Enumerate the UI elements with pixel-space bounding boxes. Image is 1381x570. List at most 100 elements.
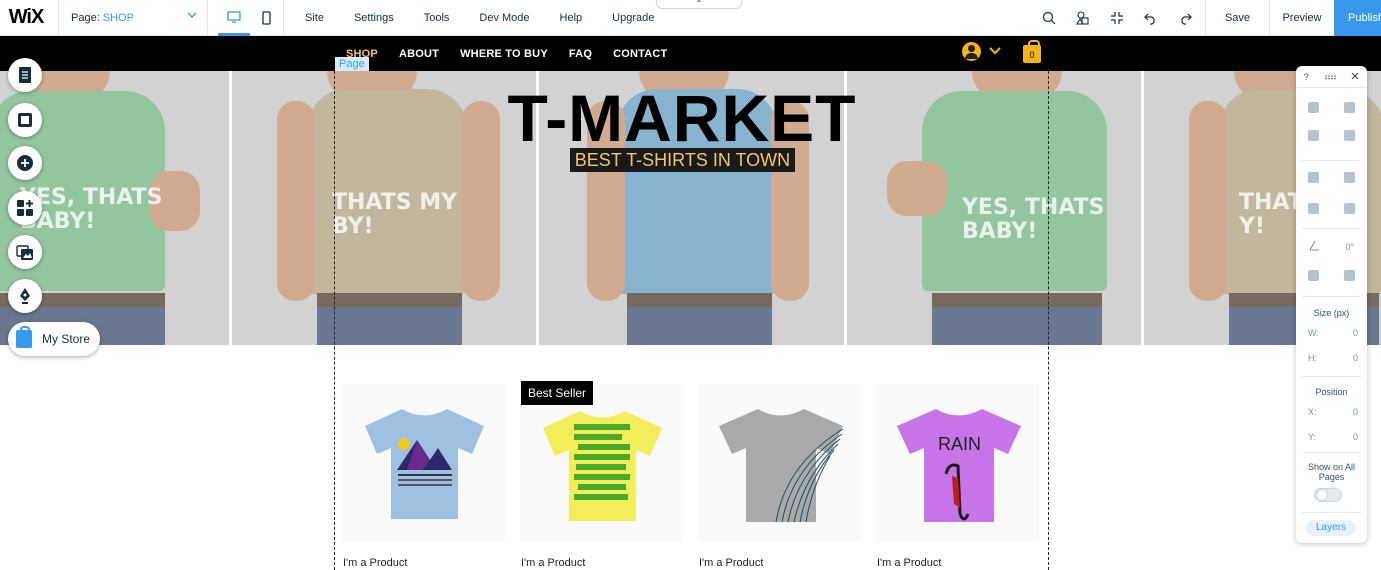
- y-value[interactable]: 0: [1353, 432, 1358, 442]
- nav-about[interactable]: ABOUT: [399, 48, 439, 60]
- paste-icon[interactable]: [1343, 102, 1355, 113]
- undo-button[interactable]: [1134, 0, 1168, 36]
- add-button[interactable]: [8, 146, 42, 180]
- cart-icon[interactable]: 0: [1023, 40, 1041, 63]
- hero-title[interactable]: T-MARKET: [486, 85, 878, 151]
- search-icon: [1042, 11, 1056, 25]
- x-value[interactable]: 0: [1353, 407, 1358, 417]
- chevron-down-icon[interactable]: [989, 43, 1001, 58]
- product-name[interactable]: I'm a Product: [521, 557, 585, 569]
- menu-tools[interactable]: Tools: [424, 12, 450, 24]
- shapes-icon: [1076, 11, 1089, 25]
- duplicate-icon[interactable]: [1308, 130, 1320, 141]
- drag-handle-icon[interactable]: [1324, 72, 1336, 82]
- hero-subtitle[interactable]: BEST T-SHIRTS IN TOWN: [570, 148, 795, 172]
- page-left-guide: [334, 71, 335, 570]
- nav-contact[interactable]: CONTACT: [613, 48, 667, 60]
- background-button[interactable]: [8, 103, 42, 137]
- pages-button[interactable]: [8, 58, 42, 92]
- send-backward-icon[interactable]: [1343, 172, 1355, 183]
- undo-icon: [1144, 13, 1155, 25]
- panel-row-copy: [1296, 102, 1367, 113]
- my-store-label: My Store: [42, 332, 91, 346]
- menu-site[interactable]: Site: [305, 12, 324, 24]
- add-apps-button[interactable]: [8, 191, 42, 225]
- page-selector-label: Page:: [71, 12, 100, 24]
- redo-icon: [1181, 13, 1192, 25]
- help-button[interactable]: ?: [1304, 72, 1309, 82]
- publish-button[interactable]: Publish: [1334, 0, 1381, 36]
- panel-row-align: [1296, 203, 1367, 214]
- product-name[interactable]: I'm a Product: [343, 557, 407, 569]
- menu-upgrade[interactable]: Upgrade: [612, 12, 654, 24]
- product-name[interactable]: I'm a Product: [877, 557, 941, 569]
- site-nav: SHOP ABOUT WHERE TO BUY FAQ CONTACT: [346, 36, 688, 71]
- wix-logo[interactable]: WiX: [0, 0, 52, 36]
- distribute-icon[interactable]: [1343, 203, 1355, 214]
- page-selector-value: SHOP: [102, 12, 134, 24]
- nav-where-to-buy[interactable]: WHERE TO BUY: [460, 48, 548, 60]
- blog-button[interactable]: [8, 279, 42, 313]
- mobile-view-button[interactable]: [250, 0, 282, 36]
- menu-help[interactable]: Help: [560, 12, 583, 24]
- close-icon[interactable]: [1351, 72, 1359, 82]
- editor-top-bar: WiX Page: SHOP Site Settings Tools Dev M…: [0, 0, 1381, 36]
- accessibility-button[interactable]: [1066, 0, 1100, 36]
- pages-icon: [19, 67, 31, 83]
- tshirt-gray-image: [719, 409, 844, 523]
- editor-root: WiX Page: SHOP Site Settings Tools Dev M…: [0, 0, 1381, 570]
- arrange-panel: ? 0° Size (px) W: 0 H: 0 Position X: 0 Y…: [1296, 66, 1367, 543]
- position-label: Position: [1315, 387, 1348, 397]
- y-field[interactable]: Y: 0: [1308, 432, 1358, 442]
- page-selector[interactable]: Page: SHOP: [58, 0, 208, 36]
- collapse-topbar-button[interactable]: ⌃: [656, 0, 742, 9]
- show-all-pages-toggle[interactable]: [1314, 488, 1342, 502]
- preview-button[interactable]: Preview: [1269, 0, 1334, 36]
- copy-icon[interactable]: [1308, 102, 1320, 113]
- save-button[interactable]: Save: [1205, 0, 1269, 36]
- panel-header: ?: [1296, 66, 1367, 88]
- width-value[interactable]: 0: [1353, 328, 1358, 338]
- search-button[interactable]: [1032, 0, 1066, 36]
- rotate-icon[interactable]: [1309, 240, 1320, 253]
- menu-dev-mode[interactable]: Dev Mode: [479, 12, 529, 24]
- my-store-button[interactable]: My Store: [8, 322, 100, 356]
- product-image[interactable]: [520, 384, 683, 542]
- add-icon: [17, 155, 33, 171]
- panel-row-flip: [1296, 270, 1367, 281]
- editor-menu: Site Settings Tools Dev Mode Help Upgrad…: [283, 0, 669, 36]
- page-tag: Page: [335, 57, 369, 71]
- zoom-out-button[interactable]: [1100, 0, 1134, 36]
- desktop-view-button[interactable]: [218, 0, 250, 36]
- flip-horizontal-icon[interactable]: [1308, 270, 1320, 281]
- nav-faq[interactable]: FAQ: [569, 48, 592, 60]
- tshirt-print-text: RAIN: [938, 434, 982, 454]
- apps-icon: [17, 200, 33, 216]
- tshirt-blue-image: [365, 409, 484, 519]
- mobile-icon: [261, 11, 271, 25]
- user-avatar-icon[interactable]: [962, 42, 981, 61]
- menu-settings[interactable]: Settings: [354, 12, 394, 24]
- y-label: Y:: [1308, 432, 1317, 442]
- panel-row-rotate: 0°: [1296, 240, 1367, 253]
- product-name[interactable]: I'm a Product: [699, 557, 763, 569]
- panel-row-duplicate: [1296, 130, 1367, 141]
- layers-button[interactable]: Layers: [1306, 520, 1356, 536]
- height-label: H:: [1308, 353, 1317, 363]
- bring-forward-icon[interactable]: [1308, 172, 1320, 183]
- media-button[interactable]: [8, 235, 42, 269]
- width-field[interactable]: W: 0: [1308, 328, 1358, 338]
- product-image[interactable]: RAIN: [876, 384, 1039, 542]
- redo-button[interactable]: [1168, 0, 1202, 36]
- delete-icon[interactable]: [1343, 130, 1355, 141]
- zoom-out-icon: [1111, 12, 1123, 24]
- x-field[interactable]: X: 0: [1308, 407, 1358, 417]
- height-field[interactable]: H: 0: [1308, 353, 1358, 363]
- site-header: SHOP ABOUT WHERE TO BUY FAQ CONTACT: [0, 36, 1381, 71]
- product-image[interactable]: [698, 384, 861, 542]
- height-value[interactable]: 0: [1353, 353, 1358, 363]
- flip-vertical-icon[interactable]: [1343, 270, 1355, 281]
- product-image[interactable]: [342, 384, 505, 542]
- rotation-value[interactable]: 0°: [1346, 242, 1355, 252]
- align-icon[interactable]: [1308, 203, 1320, 214]
